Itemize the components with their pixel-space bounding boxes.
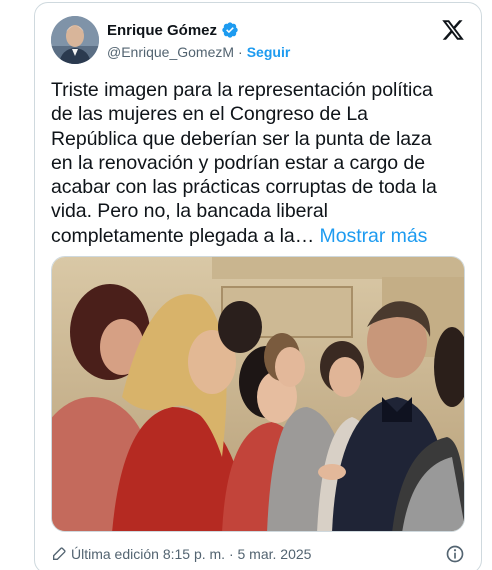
author-handle[interactable]: @Enrique_GomezM [107, 44, 234, 60]
tweet-body: Triste imagen para la representación pol… [51, 79, 437, 247]
tweet-embed-card[interactable]: Enrique Gómez @Enrique_GomezM · Seguir T… [34, 2, 482, 570]
page: Enrique Gómez @Enrique_GomezM · Seguir T… [0, 0, 492, 570]
x-logo-icon[interactable] [441, 18, 465, 42]
author-info: Enrique Gómez @Enrique_GomezM · Seguir [107, 20, 290, 61]
avatar-photo [51, 16, 99, 64]
photo-image [52, 257, 464, 531]
tweet-footer: Última edición 8:15 p. m. · 5 mar. 2025 [51, 543, 465, 565]
show-more-link[interactable]: Mostrar más [320, 225, 428, 247]
avatar[interactable] [51, 16, 99, 64]
name-row: Enrique Gómez [107, 20, 290, 40]
pencil-icon [53, 547, 66, 560]
tweet-text: Triste imagen para la representación pol… [51, 78, 455, 248]
info-icon[interactable] [445, 544, 465, 564]
follow-button[interactable]: Seguir [247, 44, 291, 60]
handle-row: @Enrique_GomezM · Seguir [107, 43, 290, 61]
edited-timestamp[interactable]: Última edición 8:15 p. m. · 5 mar. 2025 [71, 546, 311, 562]
tweet-header: Enrique Gómez @Enrique_GomezM · Seguir [51, 16, 465, 64]
separator-dot: · [238, 44, 243, 60]
tweet-photo[interactable] [51, 256, 465, 532]
verified-badge-icon [222, 22, 238, 38]
author-name[interactable]: Enrique Gómez [107, 22, 217, 39]
